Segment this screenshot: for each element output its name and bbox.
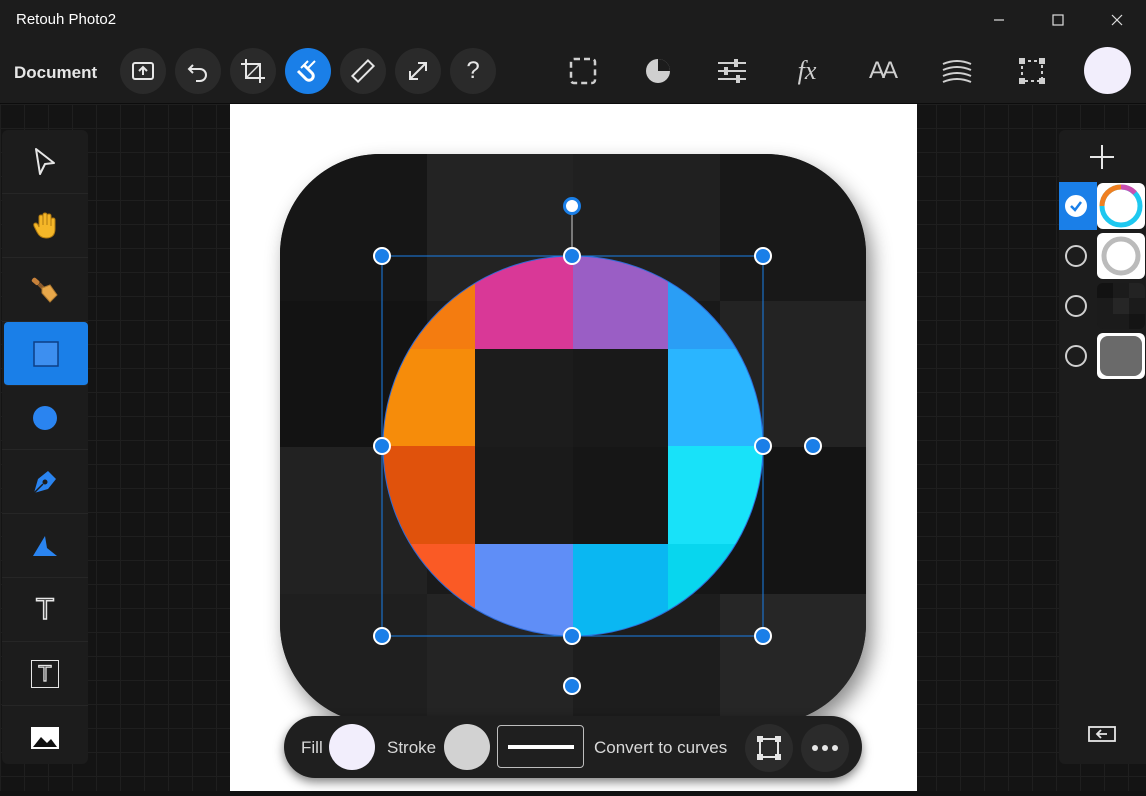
rectangle-icon <box>33 340 59 367</box>
layer-ring[interactable] <box>1059 182 1146 230</box>
more-icon <box>812 745 838 751</box>
brush-icon <box>31 277 58 303</box>
textframe-icon: T <box>31 659 59 688</box>
pen-tool[interactable] <box>2 450 88 514</box>
plus-icon <box>1090 145 1114 169</box>
text-icon: T <box>35 592 55 627</box>
handle-bottom-right[interactable] <box>754 627 772 645</box>
layer-dark-squares[interactable] <box>1059 282 1146 330</box>
more-options-button[interactable] <box>801 724 849 772</box>
textframe-tool[interactable]: T <box>2 642 88 706</box>
pen-icon <box>33 470 56 494</box>
add-layer-button[interactable] <box>1087 142 1117 177</box>
selection-frame <box>381 206 764 637</box>
collapse-panel-button[interactable] <box>1087 724 1117 749</box>
image-icon <box>31 727 59 749</box>
image-tool[interactable] <box>2 706 88 770</box>
tools-panel: T T <box>2 130 88 764</box>
layer-white-ring[interactable] <box>1059 232 1146 280</box>
handle-top[interactable] <box>563 247 581 265</box>
handle-left[interactable] <box>373 437 391 455</box>
handle-bottom-left[interactable] <box>373 627 391 645</box>
layer-rounded-bg[interactable] <box>1059 332 1146 380</box>
skew-handle-bottom[interactable] <box>563 677 581 695</box>
ellipse-tool[interactable] <box>2 386 88 450</box>
brush-tool[interactable] <box>2 258 88 322</box>
handle-bottom[interactable] <box>563 627 581 645</box>
rectangle-tool[interactable] <box>4 322 88 386</box>
collapse-panel-icon <box>1088 726 1116 742</box>
hand-icon <box>33 211 56 239</box>
node-tool[interactable] <box>2 514 88 578</box>
stroke-color-swatch[interactable] <box>444 724 490 770</box>
layer-thumbnail <box>1097 333 1145 379</box>
layer-check-icon[interactable] <box>1065 345 1087 367</box>
context-bar: Fill Stroke Convert to curves <box>284 716 862 778</box>
fill-color-swatch[interactable] <box>329 724 375 770</box>
handle-top-left[interactable] <box>373 247 391 265</box>
cursor-tool[interactable] <box>2 130 88 194</box>
stroke-label: Stroke <box>387 738 437 757</box>
rotate-handle[interactable] <box>563 197 581 215</box>
skew-handle-right[interactable] <box>804 437 822 455</box>
layer-thumbnail <box>1097 283 1145 329</box>
layer-check-icon[interactable] <box>1065 195 1087 217</box>
node-icon <box>33 535 57 556</box>
convert-to-curves-button[interactable]: Convert to curves <box>594 738 727 758</box>
handle-top-right[interactable] <box>754 247 772 265</box>
fill-label: Fill <box>301 738 323 757</box>
stroke-line-preview <box>508 745 574 749</box>
layers-panel <box>1059 130 1146 764</box>
layer-check-icon[interactable] <box>1065 245 1087 267</box>
ellipse-icon <box>33 405 57 430</box>
cursor-icon <box>35 147 55 175</box>
text-tool[interactable]: T <box>2 578 88 642</box>
layer-thumbnail <box>1097 233 1145 279</box>
handle-right[interactable] <box>754 437 772 455</box>
stroke-style-button[interactable] <box>497 725 584 768</box>
hand-tool[interactable] <box>2 194 88 258</box>
transform-frame-button[interactable] <box>745 724 793 772</box>
layer-check-icon[interactable] <box>1065 295 1087 317</box>
transform-frame-icon <box>757 736 781 760</box>
layer-thumbnail <box>1097 183 1145 229</box>
